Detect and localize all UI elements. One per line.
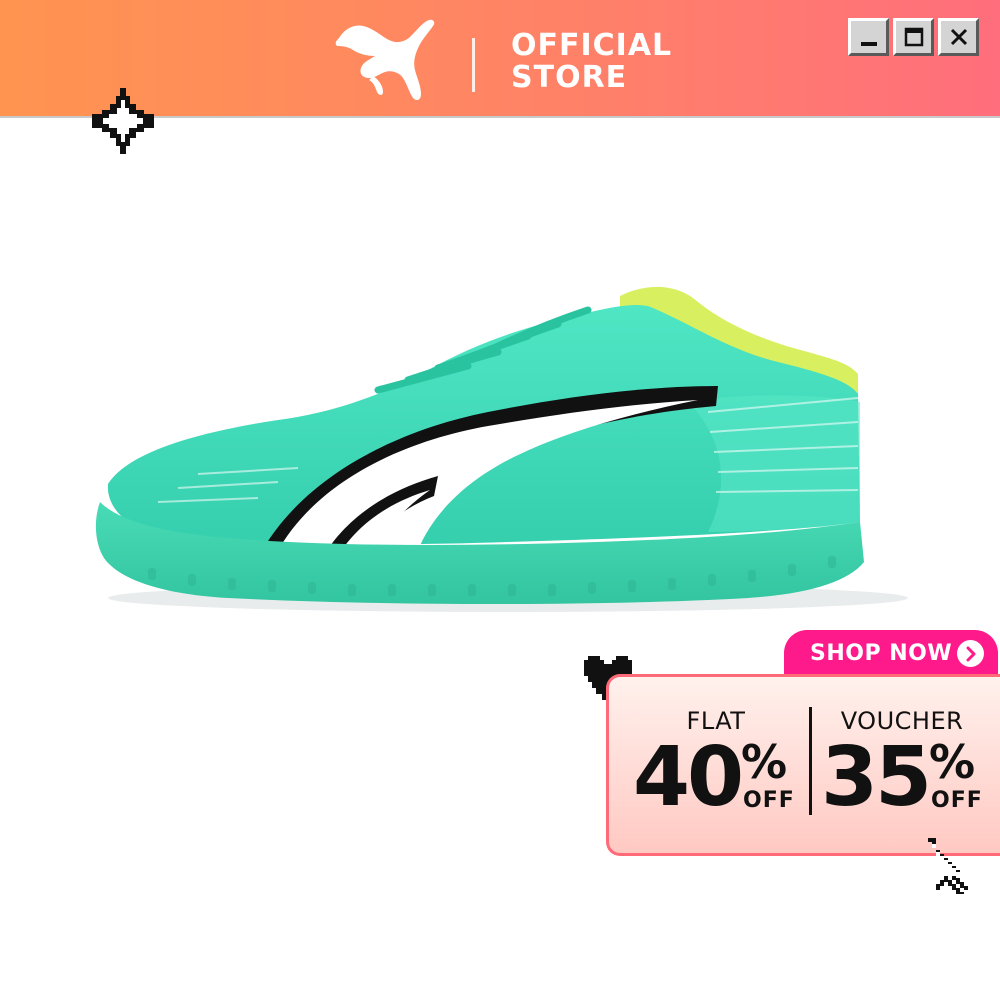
maximize-button[interactable]: [893, 18, 934, 56]
minimize-button[interactable]: [848, 18, 889, 56]
minimize-icon: [860, 42, 877, 46]
product-image-shoe[interactable]: [88, 262, 928, 622]
voucher-percent-sign: %: [929, 735, 976, 789]
close-button[interactable]: [938, 18, 979, 56]
flat-percent-sign: %: [741, 735, 788, 789]
chevron-right-circle-icon: [957, 640, 984, 667]
shop-now-label: SHOP NOW: [810, 640, 953, 666]
voucher-off-label: OFF: [931, 788, 983, 813]
discount-banner[interactable]: FLAT 40 % OFF VOUCHER 35 % OFF: [606, 674, 1000, 856]
official-store-label: OFFICIAL STORE: [511, 30, 711, 94]
voucher-discount-value: 35: [821, 730, 932, 825]
store-label-line1: OFFICIAL: [511, 28, 673, 63]
store-label-line2: STORE: [511, 60, 628, 95]
sparkle-icon: [92, 88, 154, 154]
promo-divider: [809, 707, 812, 815]
close-icon: [950, 28, 967, 46]
window-controls: [848, 18, 979, 56]
brand-divider: [472, 38, 475, 92]
flat-off-label: OFF: [743, 788, 795, 813]
flat-discount-value: 40: [633, 730, 744, 825]
shop-now-button[interactable]: SHOP NOW: [784, 630, 998, 676]
puma-cat-logo-icon[interactable]: [333, 16, 441, 104]
pointer-cursor-icon: [924, 838, 968, 894]
maximize-icon: [904, 27, 923, 47]
